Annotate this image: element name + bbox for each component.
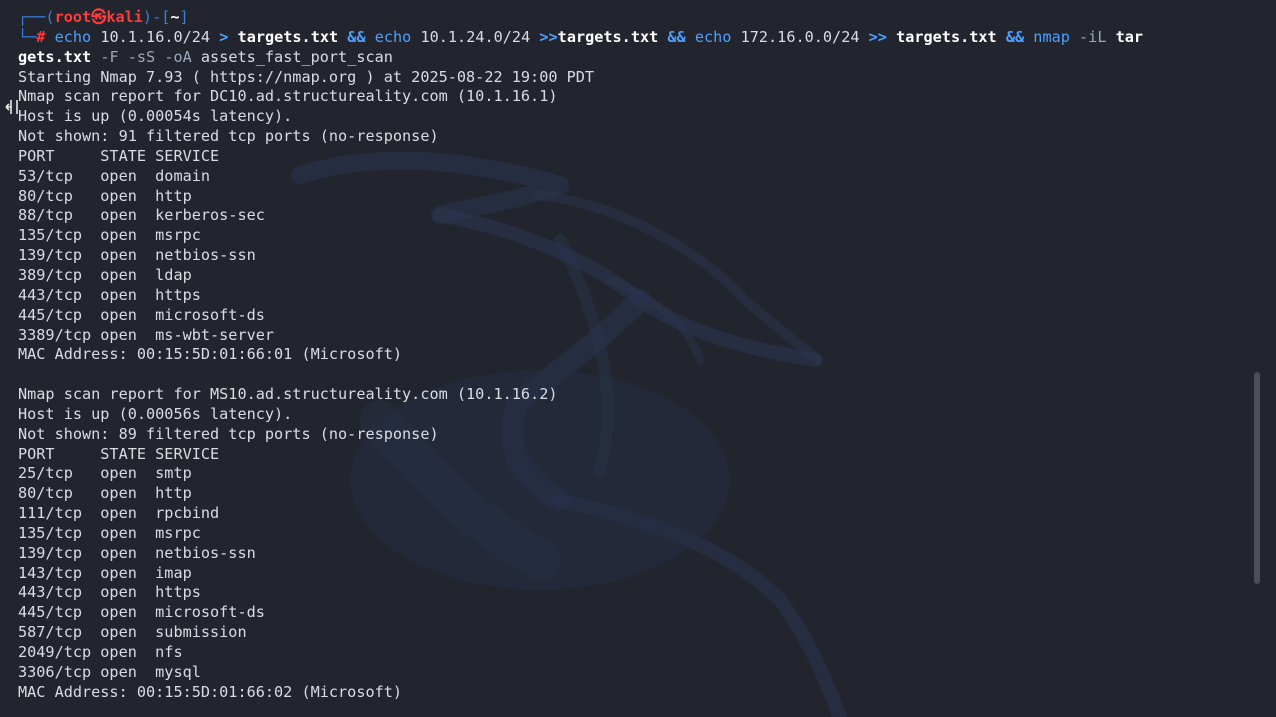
output-line: 445/tcp open microsoft-ds (18, 305, 265, 324)
prompt-frame-end: ] (179, 8, 189, 26)
output-line: 80/tcp open http (18, 186, 192, 205)
cmd-flags: -F -sS -oA (100, 47, 192, 66)
cmd-flag-il: -iL (1079, 27, 1107, 46)
command-line[interactable]: └─# echo 10.1.16.0/24 > targets.txt && e… (18, 28, 1250, 48)
output-line: 88/tcp open kerberos-sec (18, 206, 265, 225)
cmd-echo-1: echo (54, 27, 92, 46)
output-line: 443/tcp open https (18, 285, 201, 304)
cmd-file-4-part1: tar (1115, 27, 1144, 46)
output-line: 587/tcp open submission (18, 623, 247, 642)
cmd-and-3: && (1005, 27, 1025, 46)
output-line: Host is up (0.00056s latency). (18, 404, 293, 423)
cmd-redirect-2: >> (539, 27, 558, 46)
cmd-net-3: 172.16.0.0/24 (740, 27, 860, 46)
vertical-scrollbar[interactable] (1254, 372, 1260, 584)
output-line: Starting Nmap 7.93 ( https://nmap.org ) … (18, 67, 595, 86)
output-line: 53/tcp open domain (18, 166, 211, 185)
cmd-file-4-part2: gets.txt (18, 47, 92, 66)
cmd-and-2: && (667, 27, 686, 46)
output-line: 25/tcp open smtp (18, 464, 192, 483)
cmd-net-2: 10.1.24.0/24 (420, 27, 531, 46)
prompt-hash: # (36, 27, 46, 46)
cmd-file-2: targets.txt (557, 27, 659, 46)
output-line: 80/tcp open http (18, 484, 192, 503)
output-line: 135/tcp open msrpc (18, 226, 201, 245)
output-line: 3306/tcp open mysql (18, 662, 201, 681)
command-line-wrap[interactable]: gets.txt -F -sS -oA assets_fast_port_sca… (18, 48, 1250, 68)
cmd-echo-2: echo (374, 27, 412, 46)
output-line: 139/tcp open netbios-ssn (18, 246, 256, 265)
cmd-file-1: targets.txt (237, 27, 339, 46)
output-line: MAC Address: 00:15:5D:01:66:01 (Microsof… (18, 345, 403, 364)
output-line: 443/tcp open https (18, 583, 201, 602)
cmd-file-3: targets.txt (896, 27, 997, 46)
prompt-host: kali (106, 8, 143, 26)
cmd-echo-3: echo (694, 27, 732, 46)
output-line: 3389/tcp open ms-wbt-server (18, 325, 275, 344)
output-line: PORT STATE SERVICE (18, 444, 220, 463)
prompt-line: ┌──(root㉿kali)-[~] (18, 8, 1250, 28)
output-line: Not shown: 89 filtered tcp ports (no-res… (18, 424, 439, 443)
prompt-dir: ~ (170, 8, 180, 26)
cmd-outfile: assets_fast_port_scan (200, 47, 393, 66)
output-line: Host is up (0.00054s latency). (18, 107, 293, 126)
output-line: 143/tcp open imap (18, 563, 192, 582)
output-blank-line (18, 365, 1250, 385)
cmd-redirect-3: >> (868, 27, 887, 46)
output-line: Nmap scan report for DC10.ad.structureal… (18, 87, 558, 106)
output-line: Not shown: 91 filtered tcp ports (no-res… (18, 127, 439, 146)
terminal-window[interactable]: ┌──(root㉿kali)-[~] └─# echo 10.1.16.0/24… (0, 0, 1276, 717)
prompt-frame-bottom: └─ (18, 27, 37, 46)
cmd-and-1: && (347, 27, 366, 46)
output-line: PORT STATE SERVICE (18, 146, 220, 165)
prompt-at-symbol: ㉿ (91, 8, 107, 26)
output-line: 445/tcp open microsoft-ds (18, 603, 265, 622)
output-line: 111/tcp open rpcbind (18, 504, 220, 523)
cmd-nmap: nmap (1033, 27, 1070, 46)
output-line: 135/tcp open msrpc (18, 523, 201, 542)
cmd-redirect-1: > (219, 27, 229, 46)
prompt-user: root (54, 8, 92, 26)
output-line: Nmap scan report for MS10.ad.structureal… (18, 385, 558, 404)
output-line: 389/tcp open ldap (18, 265, 192, 284)
output-line: 139/tcp open netbios-ssn (18, 543, 256, 562)
prompt-frame-top: ┌──( (18, 8, 55, 26)
terminal-output[interactable]: ┌──(root㉿kali)-[~] └─# echo 10.1.16.0/24… (18, 8, 1250, 703)
output-line: 2049/tcp open nfs (18, 643, 183, 661)
output-line: MAC Address: 00:15:5D:01:66:02 (Microsof… (18, 682, 403, 701)
prompt-frame-mid: )-[ (142, 8, 171, 26)
cmd-net-1: 10.1.16.0/24 (100, 27, 211, 46)
